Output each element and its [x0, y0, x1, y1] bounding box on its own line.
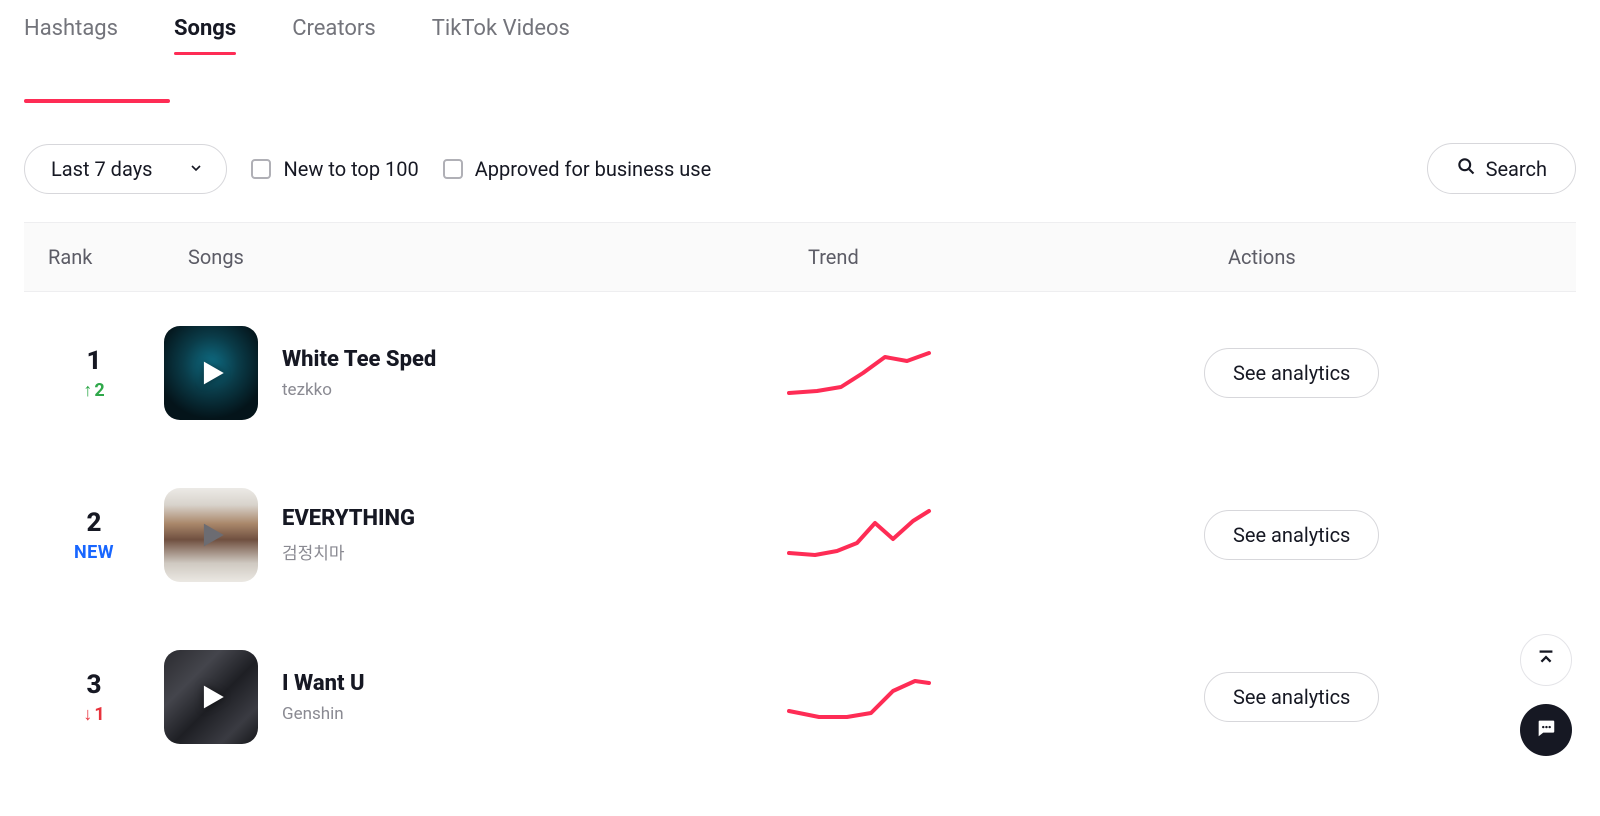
col-trend: Trend [808, 245, 1228, 269]
table-header: Rank Songs Trend Actions [24, 222, 1576, 292]
col-songs: Songs [188, 245, 808, 269]
rank-number: 2 [24, 508, 164, 538]
table-row: 2 NEW EVERYTHING 검정치마 See analytics [24, 454, 1576, 616]
rank-delta: ↓1 [24, 704, 164, 725]
song-artist[interactable]: Genshin [282, 704, 365, 724]
chevron-up-bar-icon [1535, 647, 1557, 673]
checkbox-box-icon [443, 159, 463, 179]
chat-icon [1535, 717, 1557, 743]
rank-delta-value: NEW [74, 542, 114, 563]
table-body: 1↑2White Tee SpedtezkkoSee analytics2NEW… [0, 292, 1600, 778]
table-row: 3 ↓1 I Want U Genshin See analytics [24, 616, 1576, 778]
tab-hashtags[interactable]: Hashtags [24, 16, 118, 53]
date-range-label: Last 7 days [51, 157, 152, 181]
rank-delta: ↑2 [24, 380, 164, 401]
rank-cell: 3 ↓1 [24, 670, 164, 725]
search-button[interactable]: Search [1427, 143, 1576, 194]
table-row: 1 ↑2 White Tee Sped tezkko See analytics [24, 292, 1576, 454]
play-icon [164, 488, 258, 582]
rank-delta: NEW [24, 542, 164, 563]
song-thumbnail[interactable] [164, 326, 258, 420]
rank-number: 3 [24, 670, 164, 700]
checkbox-approved-business[interactable]: Approved for business use [443, 157, 712, 181]
song-meta: I Want U Genshin [282, 671, 365, 724]
song-artist[interactable]: 검정치마 [282, 539, 415, 564]
col-rank: Rank [48, 245, 188, 269]
tab-creators[interactable]: Creators [292, 16, 376, 53]
rank-delta-value: 2 [94, 380, 104, 401]
tab-songs[interactable]: Songs [174, 16, 236, 53]
filters-row: Last 7 days New to top 100 Approved for … [0, 103, 1600, 222]
category-tabs: Hashtags Songs Creators TikTok Videos [0, 0, 1600, 53]
actions-cell: See analytics [1204, 510, 1576, 560]
song-thumbnail[interactable] [164, 650, 258, 744]
song-meta: EVERYTHING 검정치마 [282, 506, 415, 564]
song-meta: White Tee Sped tezkko [282, 347, 436, 400]
checkbox-new-to-top-100[interactable]: New to top 100 [251, 157, 418, 181]
trend-sparkline [784, 667, 1204, 727]
tab-tiktok-videos[interactable]: TikTok Videos [432, 16, 570, 53]
trend-sparkline [784, 343, 1204, 403]
trend-sparkline [784, 505, 1204, 565]
col-actions: Actions [1228, 245, 1552, 269]
checkbox-box-icon [251, 159, 271, 179]
see-analytics-button[interactable]: See analytics [1204, 672, 1379, 722]
checkbox-label: New to top 100 [283, 157, 418, 181]
play-icon [164, 326, 258, 420]
song-thumbnail[interactable] [164, 488, 258, 582]
rank-cell: 1 ↑2 [24, 346, 164, 401]
search-label: Search [1486, 157, 1547, 181]
scroll-to-top-button[interactable] [1520, 634, 1572, 686]
arrow-up-icon: ↑ [83, 380, 92, 401]
chat-support-button[interactable] [1520, 704, 1572, 756]
floating-buttons [1520, 634, 1572, 756]
see-analytics-button[interactable]: See analytics [1204, 510, 1379, 560]
arrow-down-icon: ↓ [83, 704, 92, 725]
checkbox-label: Approved for business use [475, 157, 712, 181]
song-cell: I Want U Genshin [164, 650, 784, 744]
rank-cell: 2 NEW [24, 508, 164, 563]
song-title[interactable]: I Want U [282, 671, 365, 696]
date-range-select[interactable]: Last 7 days [24, 144, 227, 194]
search-icon [1456, 156, 1476, 181]
song-cell: EVERYTHING 검정치마 [164, 488, 784, 582]
see-analytics-button[interactable]: See analytics [1204, 348, 1379, 398]
song-artist[interactable]: tezkko [282, 380, 436, 400]
chevron-down-icon [188, 157, 204, 181]
rank-number: 1 [24, 346, 164, 376]
song-cell: White Tee Sped tezkko [164, 326, 784, 420]
song-title[interactable]: EVERYTHING [282, 506, 415, 531]
actions-cell: See analytics [1204, 348, 1576, 398]
rank-delta-value: 1 [94, 704, 104, 725]
play-icon [164, 650, 258, 744]
song-title[interactable]: White Tee Sped [282, 347, 436, 372]
